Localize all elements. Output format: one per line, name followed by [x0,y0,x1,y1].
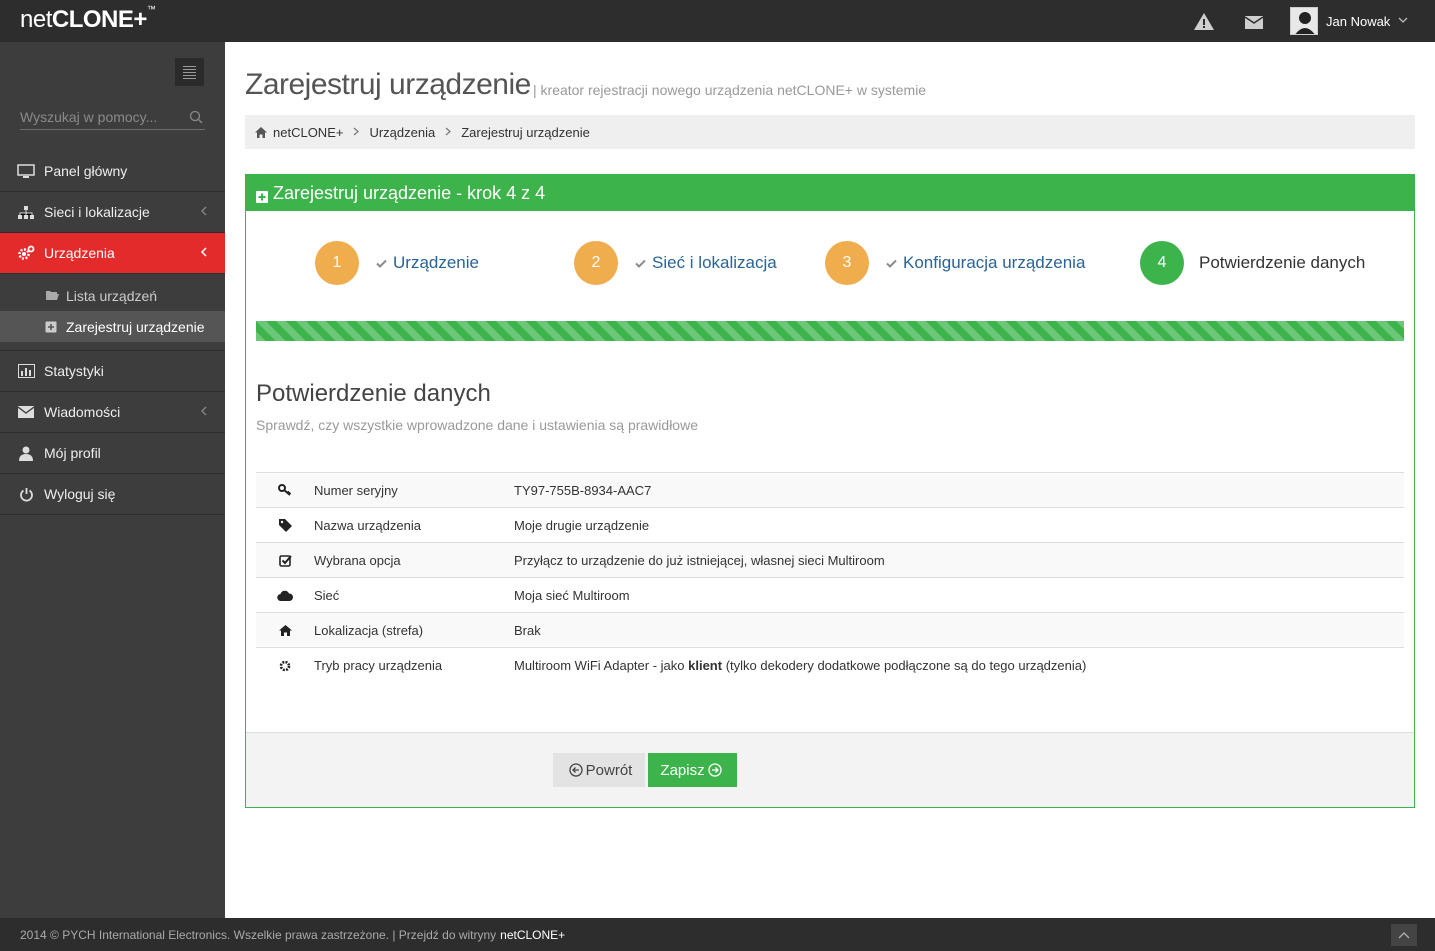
chevron-right-icon [353,125,360,139]
chevron-right-icon [445,125,452,139]
sidebar-item-statistics[interactable]: Statystyki [0,351,225,392]
sidebar-menu: Panel główny Sieci i lokalizacje Urządze… [0,151,225,515]
sidebar-item-register-device[interactable]: Zarejestruj urządzenie [0,311,225,342]
avatar [1290,7,1318,35]
step-number: 3 [825,241,869,285]
help-search [20,106,205,130]
help-search-input[interactable] [20,106,180,128]
back-button[interactable]: Powrót [553,753,645,787]
wizard-panel: Zarejestruj urządzenie - krok 4 z 4 1 Ur… [245,174,1415,808]
sidebar-item-devices[interactable]: Urządzenia [0,233,225,274]
wizard-footer: Powrót Zapisz [246,732,1414,807]
wizard-header: Zarejestruj urządzenie - krok 4 z 4 [246,175,1414,211]
step-label: Konfiguracja urządzenia [903,253,1086,272]
mail-icon[interactable] [1243,11,1265,33]
check-icon [886,253,897,273]
step-label: Sieć i lokalizacja [652,253,777,272]
check-square-icon [256,554,314,567]
chevron-left-icon [200,246,207,260]
arrow-circle-right-icon [707,763,722,777]
cloud-icon [256,590,314,601]
step-number: 4 [1140,241,1184,285]
chevron-left-icon [200,205,207,219]
step-label: Potwierdzenie danych [1199,253,1366,272]
user-menu[interactable]: Jan Nowak [1290,6,1408,36]
cogs-icon [17,245,35,261]
step-number: 2 [574,241,618,285]
plus-square-icon [256,187,268,203]
folder-open-icon [45,290,59,301]
footer-text: 2014 © PYCH International Electronics. W… [20,927,497,942]
footer: 2014 © PYCH International Electronics. W… [0,918,1435,951]
sidebar-toggle-button[interactable] [175,58,204,86]
breadcrumb-current: Zarejestruj urządzenie [461,124,590,140]
sidebar: Panel główny Sieci i lokalizacje Urządze… [0,42,225,918]
sidebar-item-device-list[interactable]: Lista urządzeń [0,280,225,311]
power-icon [17,486,35,502]
check-icon [376,253,387,273]
save-button[interactable]: Zapisz [648,753,737,787]
sidebar-item-logout[interactable]: Wyloguj się [0,474,225,515]
envelope-icon [17,404,35,420]
wizard-step-4: 4 Potwierdzenie danych [1140,241,1365,285]
table-row: Lokalizacja (strefa) Brak [256,613,1404,648]
key-icon [256,484,314,496]
wizard-title: Zarejestruj urządzenie - krok 4 z 4 [273,182,546,203]
scroll-to-top-button[interactable] [1391,924,1417,946]
table-row: Nazwa urządzenia Moje drugie urządzenie [256,508,1404,543]
warning-icon[interactable] [1193,11,1215,33]
table-row: Sieć Moja sieć Multiroom [256,578,1404,613]
main-content: Zarejestruj urządzenie | kreator rejestr… [225,42,1435,918]
home-icon [256,624,314,636]
wizard-steps: 1 Urządzenie 2 Sieć i lokalizacja 3 Konf… [246,211,1414,321]
table-row: Numer seryjny TY97-755B-8934-AAC7 [256,473,1404,508]
arrow-circle-left-icon [569,763,583,777]
chevron-up-icon [1398,932,1410,939]
breadcrumb-devices-link[interactable]: Urządzenia [369,125,435,140]
sidebar-item-networks[interactable]: Sieci i lokalizacje [0,192,225,233]
devices-submenu: Lista urządzeń Zarejestruj urządzenie [0,274,225,351]
section-title: Potwierdzenie danych [256,380,491,407]
confirmation-table: Numer seryjny TY97-755B-8934-AAC7 Nazwa … [256,472,1404,683]
bar-chart-icon [17,363,35,379]
wizard-step-3[interactable]: 3 Konfiguracja urządzenia [825,241,1085,285]
user-icon [17,445,35,461]
sidebar-item-dashboard[interactable]: Panel główny [0,151,225,192]
page-title: Zarejestruj urządzenie [245,68,531,101]
top-bar: netCLONE+™ Jan Nowak [0,0,1435,42]
tag-icon [256,518,314,532]
gear-icon [256,660,314,672]
home-icon [255,126,267,138]
chevron-down-icon [1398,16,1408,27]
step-number: 1 [315,241,359,285]
search-icon[interactable] [189,110,203,127]
monitor-icon [17,163,35,179]
app-logo[interactable]: netCLONE+™ [20,4,156,34]
sitemap-icon [17,204,35,220]
step-label: Urządzenie [393,253,479,272]
footer-site-link[interactable]: netCLONE+ [500,928,565,942]
wizard-progress-bar [256,321,1404,341]
user-name: Jan Nowak [1326,13,1391,29]
breadcrumb-home-link[interactable]: netCLONE+ [273,125,343,140]
sidebar-item-profile[interactable]: Mój profil [0,433,225,474]
plus-square-icon [45,321,59,333]
chevron-left-icon [200,405,207,419]
wizard-step-2[interactable]: 2 Sieć i lokalizacja [574,241,777,285]
check-icon [635,253,646,273]
page-subtitle: | kreator rejestracji nowego urządzenia … [533,82,927,98]
table-row: Tryb pracy urządzenia Multiroom WiFi Ada… [256,648,1404,683]
section-subtitle: Sprawdź, czy wszystkie wprowadzone dane … [256,417,698,433]
breadcrumb: netCLONE+ Urządzenia Zarejestruj urządze… [245,115,1415,149]
wizard-step-1[interactable]: 1 Urządzenie [315,241,479,285]
sidebar-item-messages[interactable]: Wiadomości [0,392,225,433]
table-row: Wybrana opcja Przyłącz to urządzenie do … [256,543,1404,578]
